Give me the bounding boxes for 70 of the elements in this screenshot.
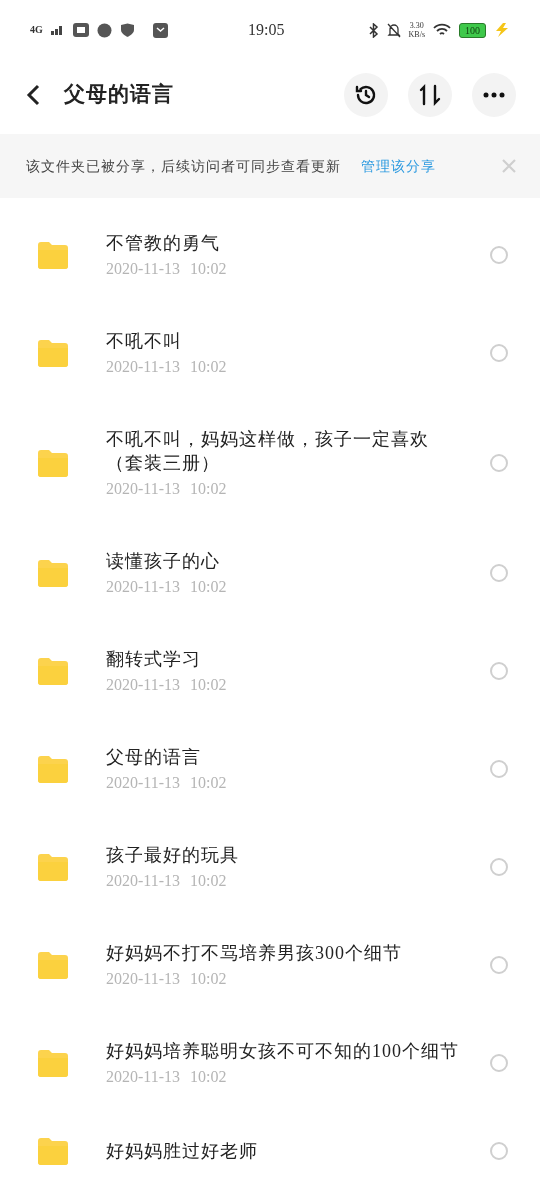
modified-date: 2020-11-13 xyxy=(106,577,181,597)
folder-name[interactable]: 不吼不叫，妈妈这样做，孩子一定喜欢（套装三册） xyxy=(106,427,460,475)
folder-icon xyxy=(36,657,70,685)
shield-icon xyxy=(119,22,135,38)
modified-date: 2020-11-13 xyxy=(106,1067,181,1087)
modified-time: 10:02 xyxy=(190,871,227,891)
speed-unit: KB/s xyxy=(408,30,425,39)
speed-value: 3.30 xyxy=(409,21,424,30)
sort-icon xyxy=(419,84,441,106)
folder-name[interactable]: 读懂孩子的心 xyxy=(106,549,460,573)
more-button[interactable] xyxy=(472,73,516,117)
signal-icon xyxy=(50,25,65,35)
modified-time: 10:02 xyxy=(190,1067,227,1087)
modified-date: 2020-11-13 xyxy=(106,969,181,989)
folder-name[interactable]: 翻转式学习 xyxy=(106,647,460,671)
folder-icon xyxy=(36,1137,70,1165)
folder-name[interactable]: 不吼不叫 xyxy=(106,329,460,353)
folder-icon xyxy=(36,755,70,783)
folder-name[interactable]: 好妈妈培养聪明女孩不可不知的100个细节 xyxy=(106,1039,460,1063)
modified-time: 10:02 xyxy=(190,357,227,377)
modified-time: 10:02 xyxy=(190,259,227,279)
lightning-icon xyxy=(494,23,510,37)
folder-icon xyxy=(36,449,70,477)
sort-button[interactable] xyxy=(408,73,452,117)
mail-icon xyxy=(152,22,168,38)
folder-name[interactable]: 孩子最好的玩具 xyxy=(106,843,460,867)
select-radio[interactable] xyxy=(490,1054,508,1072)
page-title: 父母的语言 xyxy=(64,81,174,109)
history-button[interactable] xyxy=(344,73,388,117)
folder-name[interactable]: 父母的语言 xyxy=(106,745,460,769)
modified-date: 2020-11-13 xyxy=(106,259,181,279)
more-icon xyxy=(483,92,505,98)
close-icon[interactable] xyxy=(502,159,516,173)
modified-date: 2020-11-13 xyxy=(106,773,181,793)
folder-icon xyxy=(36,241,70,269)
folder-icon xyxy=(36,559,70,587)
modified-date: 2020-11-13 xyxy=(106,357,181,377)
modified-time: 10:02 xyxy=(190,479,227,499)
select-radio[interactable] xyxy=(490,564,508,582)
folder-icon xyxy=(36,853,70,881)
folder-name[interactable]: 好妈妈胜过好老师 xyxy=(106,1139,460,1163)
history-icon xyxy=(354,83,378,107)
folder-icon xyxy=(36,339,70,367)
modified-time: 10:02 xyxy=(190,969,227,989)
modified-date: 2020-11-13 xyxy=(106,675,181,695)
modified-time: 10:02 xyxy=(190,773,227,793)
select-radio[interactable] xyxy=(490,760,508,778)
select-radio[interactable] xyxy=(490,858,508,876)
select-radio[interactable] xyxy=(490,956,508,974)
select-radio[interactable] xyxy=(490,246,508,264)
modified-date: 2020-11-13 xyxy=(106,871,181,891)
folder-icon xyxy=(36,1049,70,1077)
select-radio[interactable] xyxy=(490,1142,508,1160)
modified-date: 2020-11-13 xyxy=(106,479,181,499)
share-notice: 该文件夹已被分享，后续访问者可同步查看更新 xyxy=(26,157,341,176)
folder-name[interactable]: 好妈妈不打不骂培养男孩300个细节 xyxy=(106,941,460,965)
folder-icon xyxy=(36,951,70,979)
modified-time: 10:02 xyxy=(190,577,227,597)
muted-bell-icon xyxy=(386,22,401,38)
wifi-icon xyxy=(433,23,451,37)
battery-level: 100 xyxy=(459,22,486,38)
select-radio[interactable] xyxy=(490,454,508,472)
back-icon[interactable] xyxy=(26,84,42,106)
modified-time: 10:02 xyxy=(190,675,227,695)
network-label: 4G xyxy=(30,25,43,35)
clock: 19:05 xyxy=(248,20,285,40)
folder-name[interactable]: 不管教的勇气 xyxy=(106,231,460,255)
select-radio[interactable] xyxy=(490,662,508,680)
select-radio[interactable] xyxy=(490,344,508,362)
bluetooth-icon xyxy=(368,22,379,38)
